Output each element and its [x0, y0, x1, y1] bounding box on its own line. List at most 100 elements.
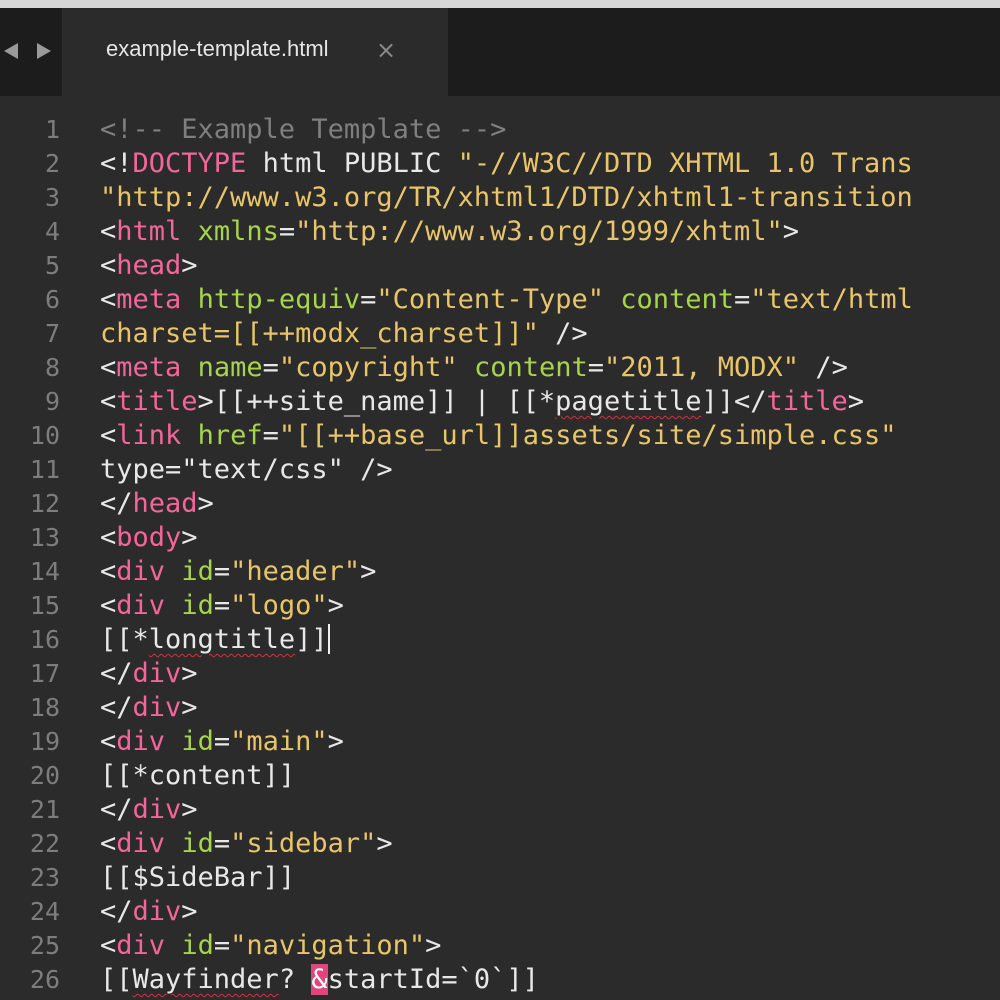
code-token: <: [100, 216, 117, 247]
editor-window: example-template.html × 1 2 3 4 5 6 7 8 9 10 11 12 1…: [0, 0, 1000, 1000]
text-cursor: [327, 623, 330, 654]
code-token: longtitle: [148, 624, 296, 655]
code-line[interactable]: <div id="logo">: [100, 589, 1000, 623]
code-token: </: [100, 896, 133, 927]
code-token: =: [213, 828, 231, 859]
code-token: div: [116, 930, 166, 961]
triangle-right-icon[interactable]: [37, 43, 51, 59]
tab-bar: example-template.html ×: [0, 8, 1000, 96]
code-line[interactable]: [[Wayfinder? &startId=`0`]]: [100, 963, 1000, 997]
code-token: &: [311, 964, 328, 995]
close-icon[interactable]: ×: [376, 35, 396, 65]
code-line[interactable]: <div id="main">: [100, 725, 1000, 759]
code-line[interactable]: <link href="[[++base_url]]assets/site/si…: [100, 419, 1000, 453]
code-token: <: [100, 420, 117, 451]
line-number: 17: [29, 659, 60, 688]
code-token: =: [278, 216, 296, 247]
line-number: 11: [29, 455, 60, 484]
code-token: >: [181, 692, 198, 723]
code-line[interactable]: <div id="header">: [100, 555, 1000, 589]
code-line[interactable]: </head>: [100, 487, 1000, 521]
code-line[interactable]: [[*content]]: [100, 759, 1000, 793]
code-line[interactable]: </div>: [100, 895, 1000, 929]
code-line[interactable]: </div>: [100, 793, 1000, 827]
code-token: />: [538, 318, 588, 349]
code-line[interactable]: <meta name="copyright" content="2011, MO…: [100, 351, 1000, 385]
code-line[interactable]: <head>: [100, 249, 1000, 283]
code-token: [[*content]]: [100, 760, 296, 791]
line-number: 20: [29, 761, 60, 790]
line-number: 8: [44, 353, 60, 382]
code-token: name: [197, 352, 263, 383]
code-token: =: [213, 590, 231, 621]
code-token: div: [116, 556, 166, 587]
code-token: =: [734, 284, 751, 315]
code-token: "header": [230, 556, 361, 587]
tab-example-template[interactable]: example-template.html ×: [62, 8, 448, 96]
code-line[interactable]: </div>: [100, 691, 1000, 725]
triangle-left-icon[interactable]: [4, 43, 18, 59]
code-token: >: [181, 250, 198, 281]
code-line[interactable]: <html xmlns="http://www.w3.org/1999/xhtm…: [100, 215, 1000, 249]
code-line[interactable]: <div id="sidebar">: [100, 827, 1000, 861]
code-token: id: [181, 930, 214, 961]
code-token: >: [327, 590, 344, 621]
code-token: "2011, MODX": [604, 352, 800, 383]
code-token: title: [116, 386, 198, 417]
code-token: >: [181, 522, 198, 553]
window-top-strip: [0, 0, 1000, 8]
code-token: [[: [100, 964, 133, 995]
code-line[interactable]: [[$SideBar]]: [100, 861, 1000, 895]
code-token: "text/html: [750, 284, 913, 315]
code-token: [[$SideBar]]: [100, 862, 296, 893]
code-token: "-//W3C//DTD XHTML 1.0 Trans: [457, 148, 913, 179]
code-token: div: [132, 658, 182, 689]
code-line[interactable]: [[*longtitle]]: [100, 623, 1000, 657]
code-editor[interactable]: 1 2 3 4 5 6 7 8 9 10 11 12 13 14 15 16 17 18 19 20 21 22 23 24 2…: [0, 96, 1000, 1000]
code-line[interactable]: "http://www.w3.org/TR/xhtml1/DTD/xhtml1-…: [100, 181, 1000, 215]
code-token: id: [181, 726, 214, 757]
code-token: xmlns: [197, 216, 279, 247]
code-token: <: [100, 284, 117, 315]
code-token: </: [100, 658, 133, 689]
code-token: <: [100, 386, 117, 417]
code-token: meta: [116, 284, 182, 315]
code-token: <: [100, 726, 117, 757]
code-line[interactable]: <!DOCTYPE html PUBLIC "-//W3C//DTD XHTML…: [100, 147, 1000, 181]
line-number: 18: [29, 693, 60, 722]
code-line[interactable]: </div>: [100, 657, 1000, 691]
code-token: =: [262, 420, 279, 451]
code-line[interactable]: charset=[[++modx_charset]]" />: [100, 317, 1000, 351]
code-token: "main": [230, 726, 328, 757]
line-number: 6: [44, 285, 60, 314]
code-token: >: [181, 658, 198, 689]
code-token: head: [132, 488, 198, 519]
line-number: 1: [44, 115, 60, 144]
code-line[interactable]: <body>: [100, 521, 1000, 555]
code-line[interactable]: <title>[[++site_name]] | [[*pagetitle]]<…: [100, 385, 1000, 419]
code-token: div: [132, 794, 182, 825]
code-token: html PUBLIC: [246, 148, 458, 179]
code-token: <: [100, 590, 117, 621]
code-line[interactable]: <!-- Example Template -->: [100, 113, 1000, 147]
line-number: 10: [29, 421, 60, 450]
code-token: "copyright": [278, 352, 458, 383]
code-line[interactable]: <div id="navigation">: [100, 929, 1000, 963]
code-token: <: [100, 828, 117, 859]
code-token: <: [100, 522, 117, 553]
code-token: "http://www.w3.org/TR/xhtml1/DTD/xhtml1-…: [100, 182, 913, 213]
code-area[interactable]: <!-- Example Template --> <!DOCTYPE html …: [100, 113, 1000, 997]
code-token: >[[++site_name]] | [[*: [197, 386, 556, 417]
code-token: id: [181, 828, 214, 859]
code-line[interactable]: type="text/css" />: [100, 453, 1000, 487]
line-number: 15: [29, 591, 60, 620]
code-token: =: [213, 726, 231, 757]
line-number: 24: [29, 897, 60, 926]
code-line[interactable]: <meta http-equiv="Content-Type" content=…: [100, 283, 1000, 317]
